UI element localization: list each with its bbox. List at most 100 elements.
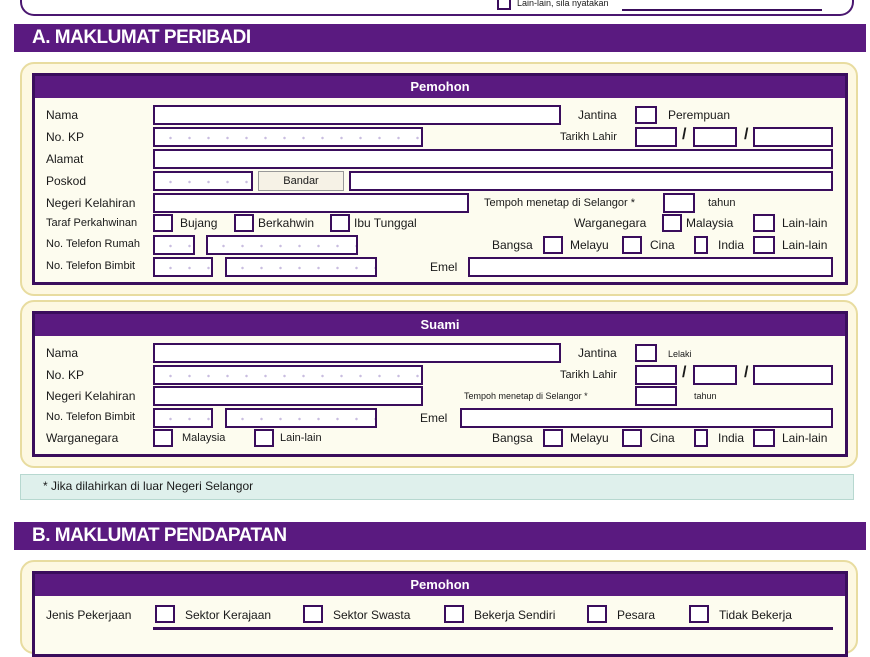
spouse-tel-label: No. Telefon Bimbit [46,411,136,423]
swasta-label: Sektor Swasta [333,608,411,622]
previous-section-box [20,0,854,16]
date-separator: / [744,126,749,143]
bujang-label: Bujang [180,216,218,230]
cina-checkbox[interactable] [622,236,642,254]
section-a-header: A. MAKLUMAT PERIBADI [14,24,866,52]
spouse-jantina-checkbox[interactable] [635,344,657,362]
tarikh-year-field[interactable] [753,127,833,147]
poskod-label: Poskod [46,174,87,188]
nama-field[interactable] [153,105,561,125]
spouse-bangsa-lain-label: Lain-lain [782,431,828,445]
tarikh-month-field[interactable] [693,127,737,147]
lain-lain-label: Lain-lain [782,216,828,230]
spouse-jantina-label: Jantina [578,346,617,360]
income-title: Pemohon [35,574,845,596]
lelaki-label: Lelaki [668,349,692,359]
spouse-tel-prefix-field[interactable] [153,408,213,428]
ibu-tunggal-label: Ibu Tunggal [354,216,417,230]
kerajaan-checkbox[interactable] [155,605,175,623]
bandar-label: Bandar [258,171,344,191]
spouse-no-kp-field[interactable] [153,365,423,385]
melayu-checkbox[interactable] [543,236,563,254]
spouse-day-field[interactable] [635,365,677,385]
tel-bimbit-field[interactable] [225,257,377,277]
date-separator: / [744,364,749,381]
spouse-tempoh-label: Tempoh menetap di Selangor * [464,391,588,401]
spouse-melayu-checkbox[interactable] [543,429,563,447]
swasta-checkbox[interactable] [303,605,323,623]
jantina-label: Jantina [578,108,617,122]
emel-label: Emel [430,260,458,274]
spouse-emel-field[interactable] [460,408,833,428]
nama-label: Nama [46,108,79,122]
spouse-no-kp-label: No. KP [46,368,85,382]
spouse-nama-label: Nama [46,346,79,360]
emel-field[interactable] [468,257,833,277]
taraf-label: Taraf Perkahwinan [46,217,138,229]
tempoh-field[interactable] [663,193,695,213]
spouse-negeri-field[interactable] [153,386,423,406]
tel-bimbit-prefix-field[interactable] [153,257,213,277]
poskod-field[interactable] [153,171,253,191]
warganegara-label: Warganegara [574,216,647,230]
lain-lain-checkbox[interactable] [753,214,775,232]
bangsa-lain-checkbox[interactable] [753,236,775,254]
tahun-label: tahun [708,197,736,209]
sendiri-label: Bekerja Sendiri [474,608,556,622]
tel-bimbit-label: No. Telefon Bimbit [46,260,136,272]
malaysia-label: Malaysia [686,216,734,230]
tel-rumah-field[interactable] [206,235,358,255]
bandar-field[interactable] [349,171,833,191]
ibu-tunggal-checkbox[interactable] [330,214,350,232]
tarikh-lahir-label: Tarikh Lahir [560,131,617,143]
jenis-label: Jenis Pekerjaan [46,608,132,622]
bujang-checkbox[interactable] [153,214,173,232]
alamat-label: Alamat [46,152,84,166]
other-checkbox[interactable] [497,0,511,10]
other-label: Lain-lain, sila nyatakan [517,0,609,8]
spouse-tempoh-field[interactable] [635,386,677,406]
spouse-tarikh-label: Tarikh Lahir [560,369,617,381]
spouse-year-field[interactable] [753,365,833,385]
spouse-malaysia-label: Malaysia [182,432,226,444]
negeri-kelahiran-field[interactable] [153,193,469,213]
spouse-bangsa-lain-checkbox[interactable] [753,429,775,447]
no-kp-field[interactable] [153,127,423,147]
date-separator: / [682,364,687,381]
pesara-label: Pesara [617,608,656,622]
negeri-kelahiran-label: Negeri Kelahiran [46,196,136,210]
spouse-negeri-label: Negeri Kelahiran [46,389,136,403]
india-label: India [718,238,745,252]
section-b-header: B. MAKLUMAT PENDAPATAN [14,522,866,550]
alamat-field[interactable] [153,149,833,169]
berkahwin-label: Berkahwin [258,216,315,230]
perempuan-label: Perempuan [668,108,731,122]
tel-rumah-label: No. Telefon Rumah [46,238,140,250]
spouse-lain-checkbox[interactable] [254,429,274,447]
other-line [622,9,822,11]
spouse-month-field[interactable] [693,365,737,385]
spouse-tel-field[interactable] [225,408,377,428]
tarikh-day-field[interactable] [635,127,677,147]
tidak-bekerja-label: Tidak Bekerja [719,608,792,622]
spouse-cina-checkbox[interactable] [622,429,642,447]
sendiri-checkbox[interactable] [444,605,464,623]
spouse-tahun-label: tahun [694,391,717,401]
tel-rumah-prefix-field[interactable] [153,235,195,255]
bangsa-label: Bangsa [492,238,533,252]
spouse-nama-field[interactable] [153,343,561,363]
india-checkbox[interactable] [694,236,708,254]
applicant-title: Pemohon [35,76,845,98]
cina-label: Cina [650,238,675,252]
tidak-bekerja-checkbox[interactable] [689,605,709,623]
spouse-india-label: India [718,431,745,445]
spouse-cina-label: Cina [650,431,675,445]
malaysia-checkbox[interactable] [662,214,682,232]
spouse-india-checkbox[interactable] [694,429,708,447]
pesara-checkbox[interactable] [587,605,607,623]
berkahwin-checkbox[interactable] [234,214,254,232]
tempoh-label: Tempoh menetap di Selangor * [484,197,636,209]
date-separator: / [682,126,687,143]
spouse-malaysia-checkbox[interactable] [153,429,173,447]
jantina-checkbox[interactable] [635,106,657,124]
